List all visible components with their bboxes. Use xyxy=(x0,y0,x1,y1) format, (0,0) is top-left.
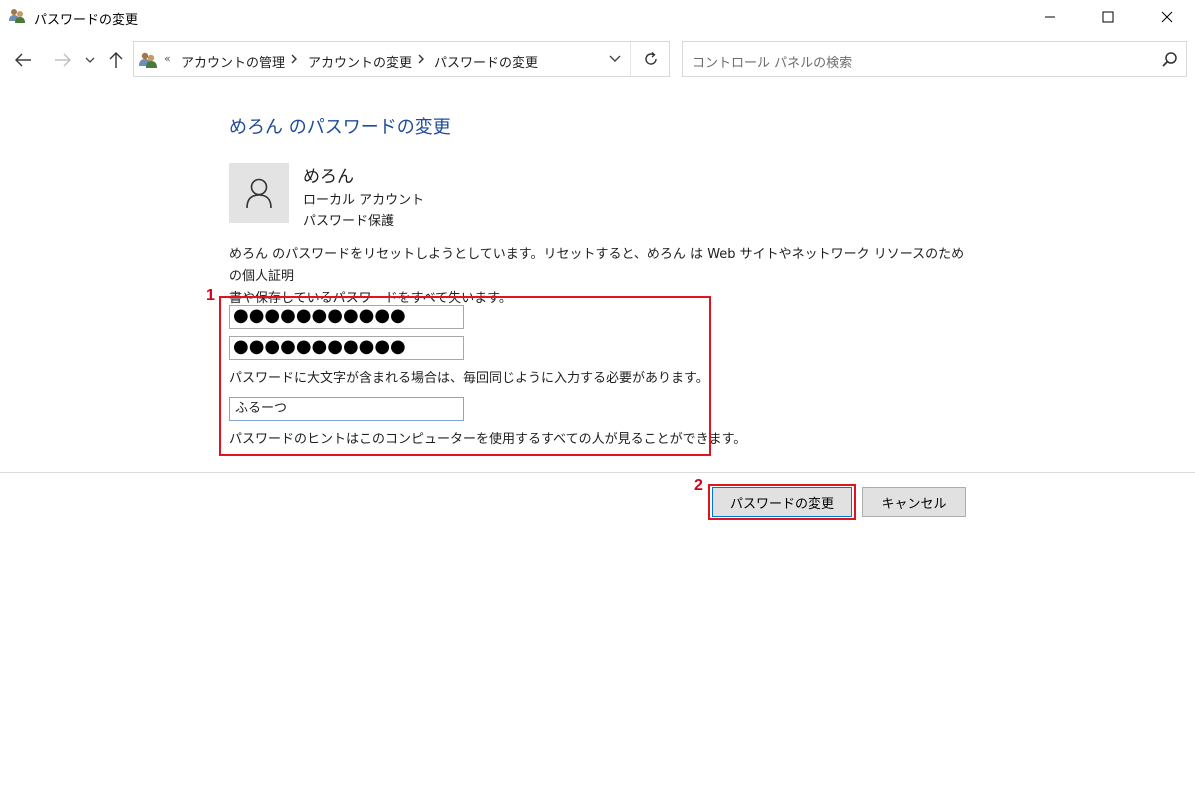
annotation-step-1: 1 xyxy=(206,287,215,304)
maximize-button[interactable] xyxy=(1080,0,1136,34)
new-password-field[interactable]: ●●●●●●●●●●● xyxy=(229,305,464,329)
refresh-button[interactable] xyxy=(631,42,671,76)
navigation-bar: « アカウントの管理 アカウントの変更 パスワードの変更 コントロール パネルの… xyxy=(0,38,1195,82)
divider xyxy=(0,472,1195,473)
confirm-password-field[interactable]: ●●●●●●●●●●● xyxy=(229,336,464,360)
search-input[interactable]: コントロール パネルの検索 xyxy=(692,52,852,71)
page-title: めろん のパスワードの変更 xyxy=(229,117,451,138)
close-button[interactable] xyxy=(1139,0,1195,34)
annotation-step-2: 2 xyxy=(694,477,703,494)
title-bar: パスワードの変更 xyxy=(0,0,1195,34)
refresh-icon xyxy=(645,51,657,65)
search-icon[interactable] xyxy=(1160,50,1180,70)
breadcrumb-change-account[interactable]: アカウントの変更 xyxy=(308,52,412,71)
forward-button[interactable] xyxy=(48,44,78,76)
search-box[interactable]: コントロール パネルの検索 xyxy=(682,41,1187,77)
users-app-icon xyxy=(8,8,26,24)
back-arrow-icon xyxy=(15,53,31,67)
back-button[interactable] xyxy=(8,44,38,76)
users-location-icon xyxy=(138,51,158,69)
protection-status: パスワード保護 xyxy=(303,214,395,229)
chevron-right-icon[interactable] xyxy=(417,53,425,65)
forward-arrow-icon xyxy=(55,53,71,67)
up-arrow-icon xyxy=(109,52,123,68)
chevron-down-icon xyxy=(85,57,95,63)
address-history-dropdown[interactable] xyxy=(600,42,630,76)
address-bar[interactable]: « アカウントの管理 アカウントの変更 パスワードの変更 xyxy=(133,41,670,77)
password-hint-field[interactable]: ふるーつ xyxy=(229,397,464,421)
breadcrumb-overflow[interactable]: « xyxy=(164,52,171,65)
breadcrumb-change-password[interactable]: パスワードの変更 xyxy=(434,52,538,71)
recent-locations-button[interactable] xyxy=(82,44,98,76)
avatar xyxy=(229,163,289,223)
user-icon xyxy=(246,178,272,209)
account-type: ローカル アカウント xyxy=(303,193,425,208)
cancel-button[interactable]: キャンセル xyxy=(862,487,966,517)
chevron-down-icon xyxy=(609,55,621,62)
user-name: めろん xyxy=(303,167,354,187)
reset-warning-line-1: めろん のパスワードをリセットしようとしています。リセットすると、めろん は W… xyxy=(229,247,965,284)
change-password-button[interactable]: パスワードの変更 xyxy=(712,487,852,517)
minimize-button[interactable] xyxy=(1022,0,1078,34)
window-title: パスワードの変更 xyxy=(34,13,139,28)
hint-visibility-note: パスワードのヒントはこのコンピューターを使用するすべての人が見ることができます。 xyxy=(229,432,747,447)
case-sensitivity-note: パスワードに大文字が含まれる場合は、毎回同じように入力する必要があります。 xyxy=(229,371,709,386)
chevron-right-icon[interactable] xyxy=(290,53,298,65)
up-button[interactable] xyxy=(102,44,130,76)
breadcrumb-account-management[interactable]: アカウントの管理 xyxy=(181,52,285,71)
